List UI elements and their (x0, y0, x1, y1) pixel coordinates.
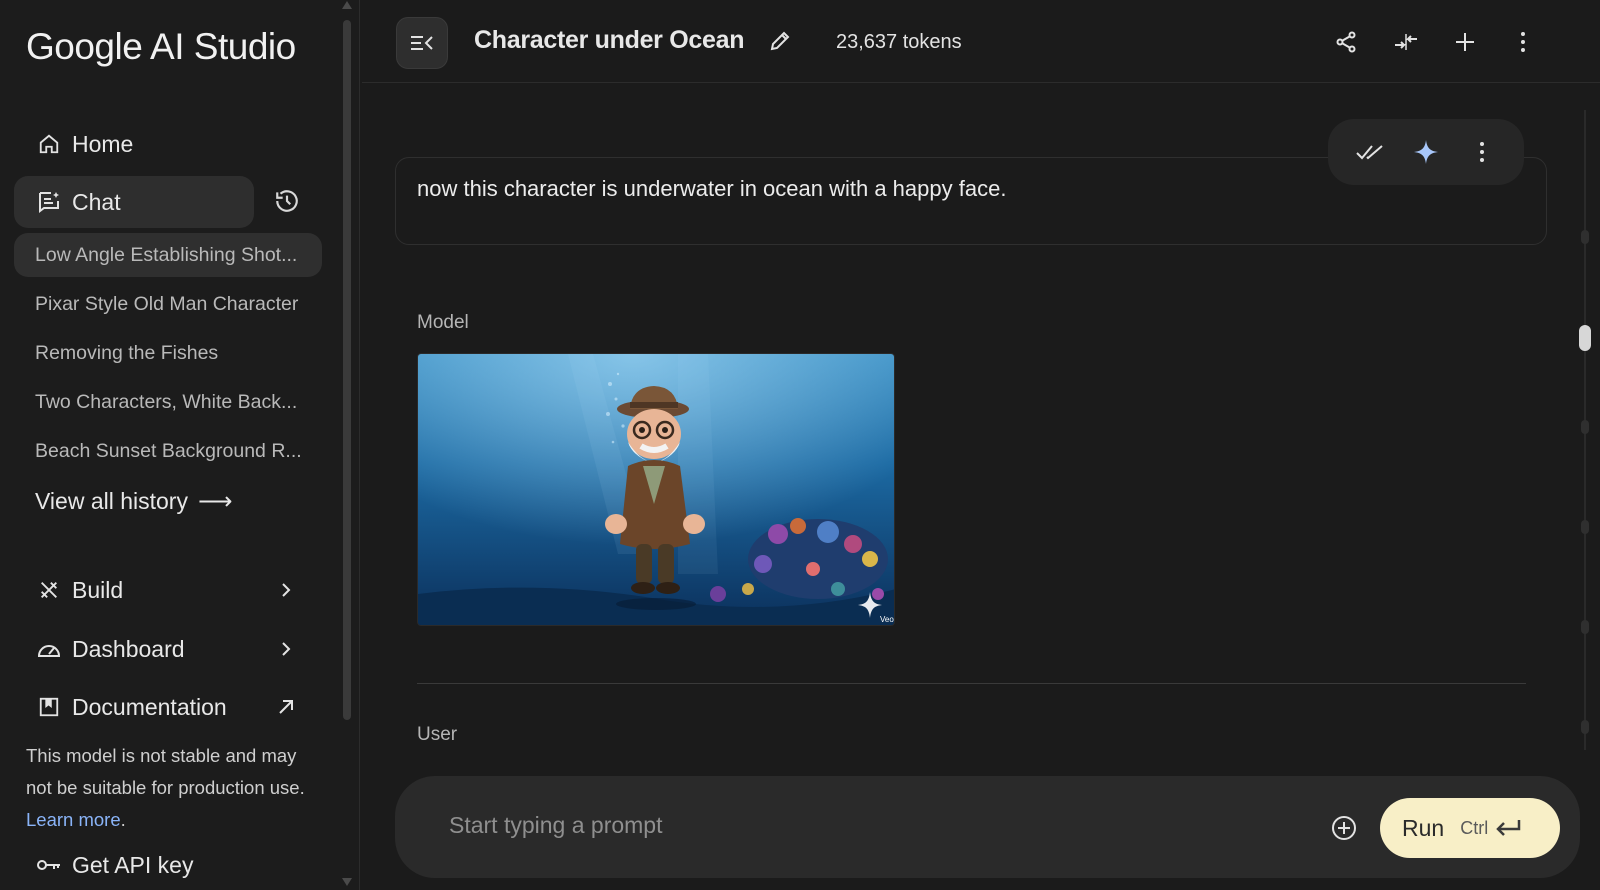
nav-dashboard[interactable]: Dashboard (14, 623, 254, 675)
generated-image-underwater-old-man[interactable]: Veo (417, 353, 895, 626)
nav-home[interactable]: Home (14, 118, 254, 170)
nav-get-api-key[interactable]: Get API key (14, 845, 254, 885)
arrow-right-icon: ⟶ (197, 488, 233, 515)
scroll-down-arrow-icon[interactable] (342, 878, 352, 886)
home-icon (36, 131, 62, 157)
nav-chat-label: Chat (72, 188, 121, 215)
history-icon[interactable] (272, 186, 302, 216)
user-role-label: User (417, 724, 458, 745)
chat-spark-icon (36, 189, 62, 215)
chevron-right-icon[interactable] (276, 639, 296, 659)
nav-chat[interactable]: Chat (14, 176, 254, 228)
token-count: 23,637 tokens (836, 31, 962, 53)
external-link-icon[interactable] (276, 697, 296, 717)
learn-more-link[interactable]: Learn more (26, 809, 121, 830)
model-stability-note: This model is not stable and may not be … (26, 740, 316, 836)
message-divider (417, 683, 1526, 684)
new-chat-plus-icon[interactable] (1451, 28, 1479, 56)
history-item[interactable]: Pixar Style Old Man Character (14, 282, 322, 326)
history-item[interactable]: Low Angle Establishing Shot... (14, 233, 322, 277)
rail-marker[interactable] (1581, 520, 1589, 534)
model-role-label: Model (417, 312, 469, 333)
history-item[interactable]: Removing the Fishes (14, 331, 322, 375)
app-logo[interactable]: Google AI Studio (26, 26, 296, 68)
conversation-scroll-rail[interactable] (1578, 110, 1592, 750)
rail-marker[interactable] (1581, 420, 1589, 434)
dashboard-gauge-icon (36, 636, 62, 662)
prompt-composer: Run Ctrl (395, 776, 1580, 878)
compare-arrows-icon[interactable] (1392, 28, 1420, 56)
nav-get-api-key-label: Get API key (72, 851, 194, 878)
message-more-options-icon[interactable] (1467, 137, 1497, 167)
nav-build-label: Build (72, 576, 124, 603)
edit-title-pencil-icon[interactable] (768, 29, 794, 55)
more-options-icon[interactable] (1509, 28, 1537, 56)
enter-key-icon (1496, 820, 1521, 836)
toggle-sidebar-button[interactable] (396, 17, 448, 69)
run-label: Run (1402, 814, 1445, 841)
note-period: . (120, 809, 126, 830)
sidebar-scroll-thumb[interactable] (343, 20, 351, 720)
run-shortcut-label: Ctrl (1460, 817, 1489, 838)
rail-marker[interactable] (1581, 620, 1589, 634)
sidebar: Google AI Studio Home Chat Low Angle Est… (0, 0, 360, 890)
top-bar: Character under Ocean 23,637 tokens (362, 0, 1600, 83)
collapse-menu-icon (411, 36, 433, 50)
rail-marker[interactable] (1581, 720, 1589, 734)
scroll-up-arrow-icon[interactable] (342, 1, 352, 9)
gemini-spark-icon[interactable] (1411, 137, 1441, 167)
prompt-input[interactable] (449, 812, 1209, 839)
nav-dashboard-label: Dashboard (72, 635, 185, 662)
share-icon[interactable] (1332, 28, 1360, 56)
nav-home-label: Home (72, 130, 134, 157)
user-message-text: now this character is underwater in ocea… (417, 176, 1007, 201)
note-text: This model is not stable and may not be … (26, 745, 305, 798)
chevron-right-icon[interactable] (276, 580, 296, 600)
message-toolbar (1328, 119, 1524, 185)
documentation-book-icon (36, 694, 62, 720)
rail-scroll-thumb[interactable] (1579, 325, 1591, 351)
nav-documentation[interactable]: Documentation (14, 681, 314, 733)
view-all-history-link[interactable]: View all history ⟶ (35, 487, 232, 516)
build-tools-icon (36, 577, 62, 603)
add-media-plus-circle-icon[interactable] (1330, 814, 1358, 842)
key-icon (36, 852, 62, 878)
run-button[interactable]: Run Ctrl (1380, 798, 1560, 858)
page-title: Character under Ocean (474, 26, 745, 54)
veo-watermark: Veo (880, 615, 894, 624)
app-window: Google AI Studio Home Chat Low Angle Est… (0, 0, 1600, 890)
rail-marker[interactable] (1581, 230, 1589, 244)
history-item[interactable]: Beach Sunset Background R... (14, 429, 322, 473)
double-check-icon[interactable] (1355, 137, 1385, 167)
sidebar-scrollbar[interactable] (340, 0, 354, 890)
nav-build[interactable]: Build (14, 564, 254, 616)
view-all-history-label: View all history (35, 488, 188, 514)
history-item[interactable]: Two Characters, White Back... (14, 380, 322, 424)
nav-documentation-label: Documentation (72, 693, 227, 720)
